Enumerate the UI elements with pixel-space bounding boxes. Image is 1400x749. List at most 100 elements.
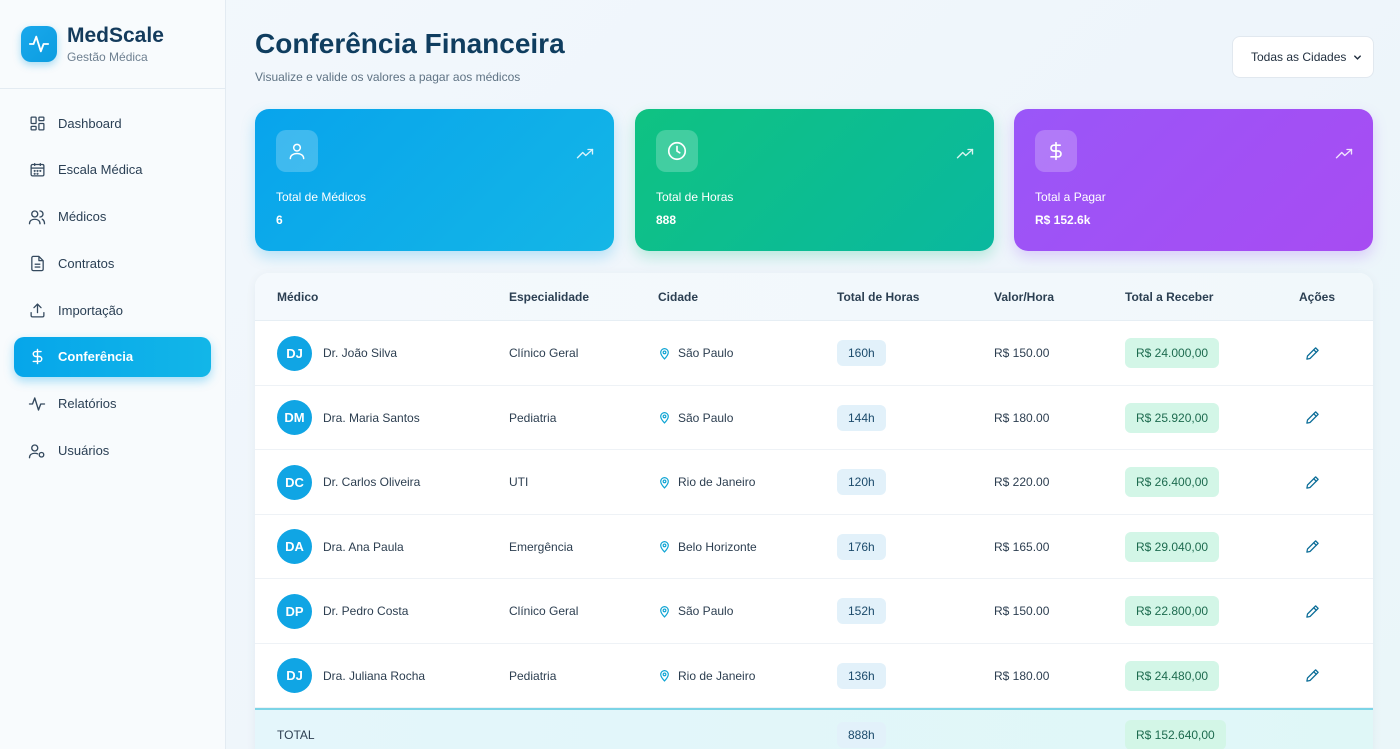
map-pin-icon [658, 540, 671, 553]
amount-badge: R$ 22.800,00 [1125, 596, 1220, 626]
sidebar-item-medicos[interactable]: Médicos [14, 197, 211, 237]
city-filter-select[interactable]: Todas as Cidades [1232, 36, 1374, 78]
avatar: DP [277, 593, 312, 629]
stat-label: Total a Pagar [1035, 190, 1106, 204]
rate-cell: R$ 180.00 [994, 410, 1050, 425]
sidebar-item-label: Médicos [58, 209, 107, 225]
edit-pencil-icon[interactable] [1305, 604, 1320, 619]
city-cell: São Paulo [658, 321, 733, 385]
stat-label: Total de Horas [656, 190, 734, 204]
column-header-total: Total a Receber [1125, 289, 1214, 304]
column-header-medico: Médico [277, 289, 319, 304]
avatar: DM [277, 400, 312, 435]
dollar-icon [1035, 130, 1077, 172]
doctor-name: Dra. Juliana Rocha [323, 668, 426, 683]
hours-badge: 152h [837, 598, 886, 624]
stat-card-total: Total a Pagar R$ 152.6k [1014, 109, 1373, 251]
map-pin-icon [658, 669, 671, 682]
hours-badge: 136h [837, 662, 886, 689]
doctor-name: Dr. João Silva [323, 346, 398, 360]
sidebar-item-escala[interactable]: Escala Médica [14, 150, 211, 190]
brand-subtitle: Gestão Médica [67, 50, 148, 64]
total-amount-badge: R$ 152.640,00 [1125, 720, 1226, 749]
sidebar-item-label: Contratos [58, 255, 115, 271]
edit-pencil-icon[interactable] [1305, 475, 1320, 490]
activity-logo-icon [21, 26, 57, 62]
user-icon [276, 130, 318, 172]
doctor-cell: DJ Dra. Juliana Rocha [277, 644, 425, 708]
doctor-name: Dr. Carlos Oliveira [323, 475, 421, 489]
table-row: DJ Dra. Juliana Rocha Pediatria Rio de Jane… [255, 644, 1373, 708]
edit-pencil-icon[interactable] [1305, 346, 1320, 361]
sidebar-item-relatorios[interactable]: Relatórios [14, 384, 211, 424]
doctor-cell: DC Dr. Carlos Oliveira [277, 450, 420, 514]
hours-badge: 176h [837, 533, 886, 560]
specialty-cell: Clínico Geral [509, 604, 579, 618]
clock-icon [656, 130, 698, 172]
stat-value: R$ 152.6k [1035, 213, 1091, 227]
specialty-cell: UTI [509, 475, 529, 489]
column-header-valor-hora: Valor/Hora [994, 289, 1055, 304]
rate-cell: R$ 180.00 [994, 668, 1050, 683]
user-cog-icon [28, 442, 46, 460]
doctor-cell: DM Dra. Maria Santos [277, 386, 420, 450]
rate-cell: R$ 150.00 [994, 346, 1050, 360]
sidebar: MedScale Gestão Médica Dashboard Escala … [0, 0, 226, 749]
users-icon [28, 208, 46, 226]
specialty-cell: Pediatria [509, 410, 557, 425]
brand: MedScale Gestão Médica [0, 0, 225, 89]
map-pin-icon [658, 411, 671, 424]
sidebar-item-label: Escala Médica [58, 162, 143, 178]
city-cell: São Paulo [658, 579, 733, 643]
rate-cell: R$ 165.00 [994, 539, 1050, 554]
avatar: DJ [277, 658, 312, 693]
map-pin-icon [658, 605, 671, 618]
city-name: Rio de Janeiro [678, 668, 756, 683]
sidebar-item-dashboard[interactable]: Dashboard [14, 103, 211, 143]
sidebar-item-usuarios[interactable]: Usuários [14, 431, 211, 471]
grid-icon [28, 114, 46, 132]
edit-pencil-icon[interactable] [1305, 410, 1320, 425]
sidebar-item-label: Relatórios [58, 396, 117, 412]
stat-value: 888 [656, 213, 677, 227]
sidebar-item-conferencia[interactable]: Conferência [14, 336, 211, 377]
calendar-icon [28, 161, 46, 179]
sidebar-item-contratos[interactable]: Contratos [14, 243, 211, 283]
sidebar-item-label: Conferência [58, 349, 134, 365]
table-total-row: TOTAL 888h R$ 152.640,00 [255, 708, 1373, 749]
brand-name: MedScale [67, 24, 164, 47]
hours-badge: 144h [837, 404, 886, 431]
city-name: São Paulo [678, 410, 734, 425]
sidebar-item-label: Usuários [58, 443, 110, 459]
specialty-cell: Clínico Geral [509, 346, 579, 360]
total-hours-badge: 888h [837, 722, 886, 748]
map-pin-icon [658, 476, 671, 489]
page-title: Conferência Financeira [255, 28, 565, 59]
column-header-horas: Total de Horas [837, 289, 920, 304]
avatar: DC [277, 464, 312, 500]
avatar: DJ [277, 335, 312, 371]
table-header: Médico Especialidade Cidade Total de Hor… [255, 273, 1373, 321]
specialty-cell: Pediatria [509, 668, 557, 683]
activity-icon [28, 395, 46, 413]
table-row: DA Dra. Ana Paula Emergência Belo Horizonte… [255, 515, 1373, 579]
city-name: Rio de Janeiro [678, 475, 756, 489]
stat-value: 6 [276, 213, 283, 227]
city-cell: Rio de Janeiro [658, 644, 755, 708]
sidebar-item-label: Importação [58, 302, 124, 318]
sidebar-item-importacao[interactable]: Importação [14, 290, 211, 330]
edit-pencil-icon[interactable] [1305, 668, 1320, 683]
column-header-cidade: Cidade [658, 289, 699, 304]
edit-pencil-icon[interactable] [1305, 539, 1320, 554]
table-row: DP Dr. Pedro Costa Clínico Geral São Paulo 1… [255, 579, 1373, 644]
sidebar-nav: Dashboard Escala Médica Médicos Contrato… [0, 89, 225, 471]
city-cell: Belo Horizonte [658, 515, 757, 579]
trending-up-icon [1335, 145, 1353, 168]
city-cell: Rio de Janeiro [658, 450, 755, 514]
amount-badge: R$ 24.000,00 [1125, 338, 1220, 368]
hours-badge: 160h [837, 340, 886, 366]
rate-cell: R$ 220.00 [994, 475, 1050, 489]
table-row: DM Dra. Maria Santos Pediatria São Paulo 144… [255, 386, 1373, 450]
rate-cell: R$ 150.00 [994, 604, 1050, 618]
map-pin-icon [658, 347, 671, 360]
